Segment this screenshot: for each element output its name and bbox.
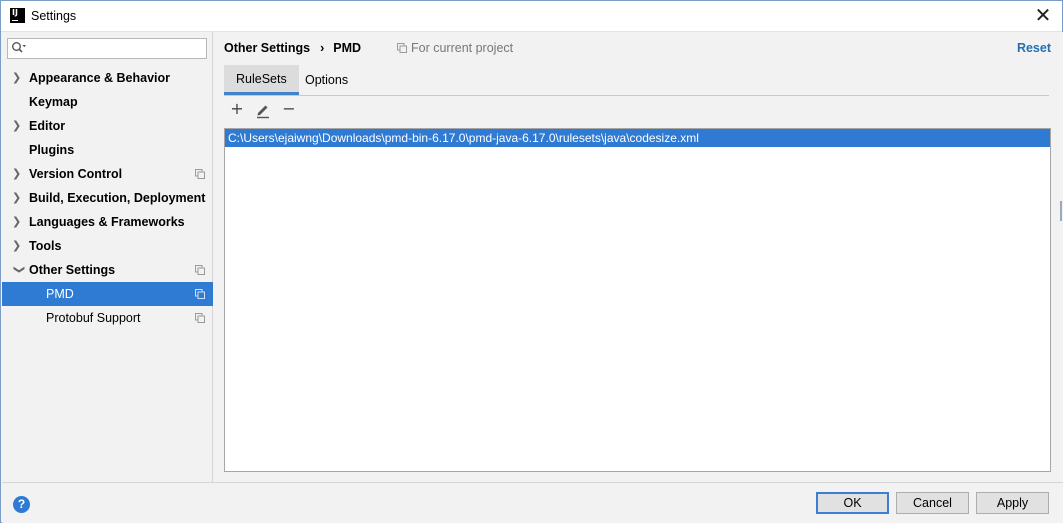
settings-content: Other Settings › PMD For current project R… — [214, 32, 1063, 482]
tab-rulesets[interactable]: RuleSets — [224, 65, 299, 95]
project-scope-icon — [195, 313, 205, 323]
ruleset-list[interactable]: C:\Users\ejaiwng\Downloads\pmd-bin-6.17.… — [224, 128, 1051, 472]
list-item[interactable]: C:\Users\ejaiwng\Downloads\pmd-bin-6.17.… — [225, 129, 1050, 147]
sidebar-item-label: Protobuf Support — [46, 311, 141, 325]
sidebar-item-protobuf-support[interactable]: Protobuf Support — [2, 306, 213, 330]
sidebar-item-label: Keymap — [29, 95, 78, 109]
chevron-right-icon[interactable]: ❯ — [12, 186, 22, 210]
scope-label: For current project — [411, 41, 514, 55]
app-icon-text: IJ — [12, 8, 18, 17]
tab-divider — [224, 95, 1049, 96]
ok-button[interactable]: OK — [816, 492, 889, 514]
chevron-right-icon[interactable]: ❯ — [12, 66, 22, 90]
breadcrumb: Other Settings › PMD — [224, 41, 361, 55]
chevron-right-icon[interactable]: ❯ — [12, 210, 22, 234]
window-resize-edge — [1060, 201, 1062, 221]
sidebar-item-label: Other Settings — [29, 263, 116, 277]
sidebar-item-build-execution-deployment[interactable]: ❯ Build, Execution, Deployment — [2, 186, 213, 210]
scope-indicator: For current project — [397, 41, 513, 55]
project-scope-icon — [397, 43, 407, 53]
dialog-footer: ? OK Cancel Apply — [2, 482, 1063, 523]
sidebar-item-other-settings[interactable]: ❯ Other Settings — [2, 258, 213, 282]
sidebar-item-label: Version Control — [29, 167, 123, 181]
settings-tree: ❯ Appearance & Behavior Keymap ❯ Editor … — [2, 66, 213, 330]
sidebar-item-label: Build, Execution, Deployment — [29, 191, 206, 205]
sidebar-item-label: PMD — [46, 287, 74, 301]
sidebar-item-appearance-behavior[interactable]: ❯ Appearance & Behavior — [2, 66, 213, 90]
add-icon[interactable]: + — [228, 100, 246, 120]
sidebar-item-editor[interactable]: ❯ Editor — [2, 114, 213, 138]
search-icon[interactable] — [11, 41, 27, 55]
chevron-right-icon[interactable]: ❯ — [12, 162, 22, 186]
tab-options[interactable]: Options — [293, 65, 360, 95]
sidebar-item-label: Languages & Frameworks — [29, 215, 185, 229]
title-bar: IJ Settings ✕ — [1, 1, 1062, 32]
sidebar-item-keymap[interactable]: Keymap — [2, 90, 213, 114]
settings-sidebar: ❯ Appearance & Behavior Keymap ❯ Editor … — [2, 32, 213, 482]
chevron-right-icon[interactable]: ❯ — [12, 234, 22, 258]
settings-window: IJ Settings ✕ ❯ Appearance & Behavior Ke… — [0, 0, 1063, 523]
project-scope-icon — [195, 169, 205, 179]
sidebar-item-languages-frameworks[interactable]: ❯ Languages & Frameworks — [2, 210, 213, 234]
sidebar-item-label: Appearance & Behavior — [29, 71, 171, 85]
sidebar-item-label: Tools — [29, 239, 62, 253]
close-icon[interactable]: ✕ — [1032, 5, 1054, 27]
cancel-button[interactable]: Cancel — [896, 492, 969, 514]
reset-link[interactable]: Reset — [1017, 41, 1051, 55]
help-icon[interactable]: ? — [13, 496, 30, 513]
search-input[interactable] — [30, 40, 202, 57]
remove-icon[interactable]: − — [280, 100, 298, 120]
window-title: Settings — [31, 9, 77, 23]
sidebar-item-tools[interactable]: ❯ Tools — [2, 234, 213, 258]
sidebar-item-version-control[interactable]: ❯ Version Control — [2, 162, 213, 186]
breadcrumb-parent: Other Settings — [224, 41, 311, 55]
sidebar-item-label: Plugins — [29, 143, 75, 157]
project-scope-icon — [195, 265, 205, 275]
sidebar-item-label: Editor — [29, 119, 66, 133]
sidebar-item-pmd[interactable]: PMD — [2, 282, 213, 306]
sidebar-item-plugins[interactable]: Plugins — [2, 138, 213, 162]
chevron-down-icon[interactable]: ❯ — [7, 265, 31, 275]
breadcrumb-separator: › — [320, 41, 325, 55]
edit-icon[interactable] — [254, 100, 272, 120]
intellij-app-icon: IJ — [10, 8, 25, 23]
project-scope-icon — [195, 289, 205, 299]
search-box[interactable] — [7, 38, 207, 59]
chevron-right-icon[interactable]: ❯ — [12, 114, 22, 138]
breadcrumb-current: PMD — [333, 41, 362, 55]
apply-button[interactable]: Apply — [976, 492, 1049, 514]
